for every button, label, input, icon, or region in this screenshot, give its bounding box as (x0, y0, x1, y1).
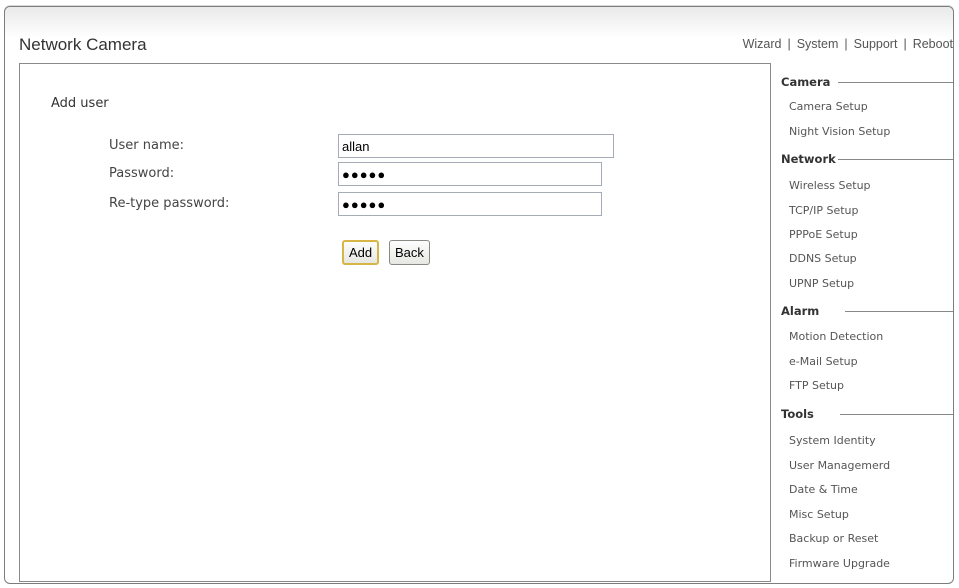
retype-password-input[interactable] (338, 192, 602, 216)
sidebar-item-firmware-upgrade[interactable]: Firmware Upgrade (789, 557, 890, 570)
app-title: Network Camera (19, 35, 147, 54)
sidebar-section-title: Network (781, 152, 836, 166)
nav-system-link[interactable]: System (797, 37, 839, 51)
page-title: Add user (51, 96, 109, 111)
sidebar-item-motion-detection[interactable]: Motion Detection (789, 330, 883, 343)
username-label: User name: (109, 138, 185, 153)
password-row: Password: (20, 162, 770, 188)
section-divider (838, 81, 953, 83)
section-divider (845, 310, 953, 312)
top-navigation: Wizard | System | Support | Reboot (743, 37, 953, 51)
sidebar-item-night-vision-setup[interactable]: Night Vision Setup (789, 125, 890, 138)
section-divider (837, 158, 953, 160)
sidebar-section-network: Network (781, 152, 953, 166)
nav-separator: | (787, 37, 791, 51)
retype-password-label: Re-type password: (109, 196, 230, 211)
sidebar-section-title: Alarm (781, 304, 820, 318)
app-window: Network Camera Wizard | System | Support | Reb… (4, 6, 954, 584)
nav-support-link[interactable]: Support (854, 37, 898, 51)
sidebar-section-alarm: Alarm (781, 304, 953, 318)
sidebar-item-system-identity[interactable]: System Identity (789, 434, 876, 447)
sidebar-item-ftp-setup[interactable]: FTP Setup (789, 379, 844, 392)
nav-wizard-link[interactable]: Wizard (743, 37, 782, 51)
username-row: User name: (20, 134, 770, 160)
sidebar-section-tools: Tools (781, 407, 953, 421)
sidebar-item-ddns-setup[interactable]: DDNS Setup (789, 252, 857, 265)
username-input[interactable] (338, 134, 614, 158)
sidebar-item-pppoe-setup[interactable]: PPPoE Setup (789, 228, 858, 241)
nav-separator: | (903, 37, 907, 51)
sidebar-section-camera: Camera (781, 75, 953, 89)
nav-separator: | (844, 37, 848, 51)
password-input[interactable] (338, 162, 602, 186)
sidebar-item-misc-setup[interactable]: Misc Setup (789, 508, 849, 521)
section-divider (839, 413, 953, 415)
title-bar: Network Camera Wizard | System | Support | Reb… (5, 7, 953, 59)
sidebar-item-date-time[interactable]: Date & Time (789, 483, 858, 496)
sidebar-section-title: Tools (781, 407, 814, 421)
sidebar-item-backup-reset[interactable]: Backup or Reset (789, 532, 878, 545)
sidebar-item-upnp-setup[interactable]: UPNP Setup (789, 277, 854, 290)
nav-reboot-link[interactable]: Reboot (913, 37, 953, 51)
sidebar-item-camera-setup[interactable]: Camera Setup (789, 100, 868, 113)
sidebar-item-tcpip-setup[interactable]: TCP/IP Setup (789, 204, 859, 217)
add-button[interactable]: Add (342, 240, 380, 265)
retype-password-row: Re-type password: (20, 192, 770, 218)
sidebar-section-title: Camera (781, 75, 831, 89)
sidebar-item-user-management[interactable]: User Managemerd (789, 459, 890, 472)
sidebar-item-wireless-setup[interactable]: Wireless Setup (789, 179, 871, 192)
sidebar-item-email-setup[interactable]: e-Mail Setup (789, 355, 858, 368)
password-label: Password: (109, 166, 175, 181)
back-button[interactable]: Back (389, 240, 430, 265)
content-panel: Add user User name: Password: Re-type pa… (19, 63, 771, 582)
